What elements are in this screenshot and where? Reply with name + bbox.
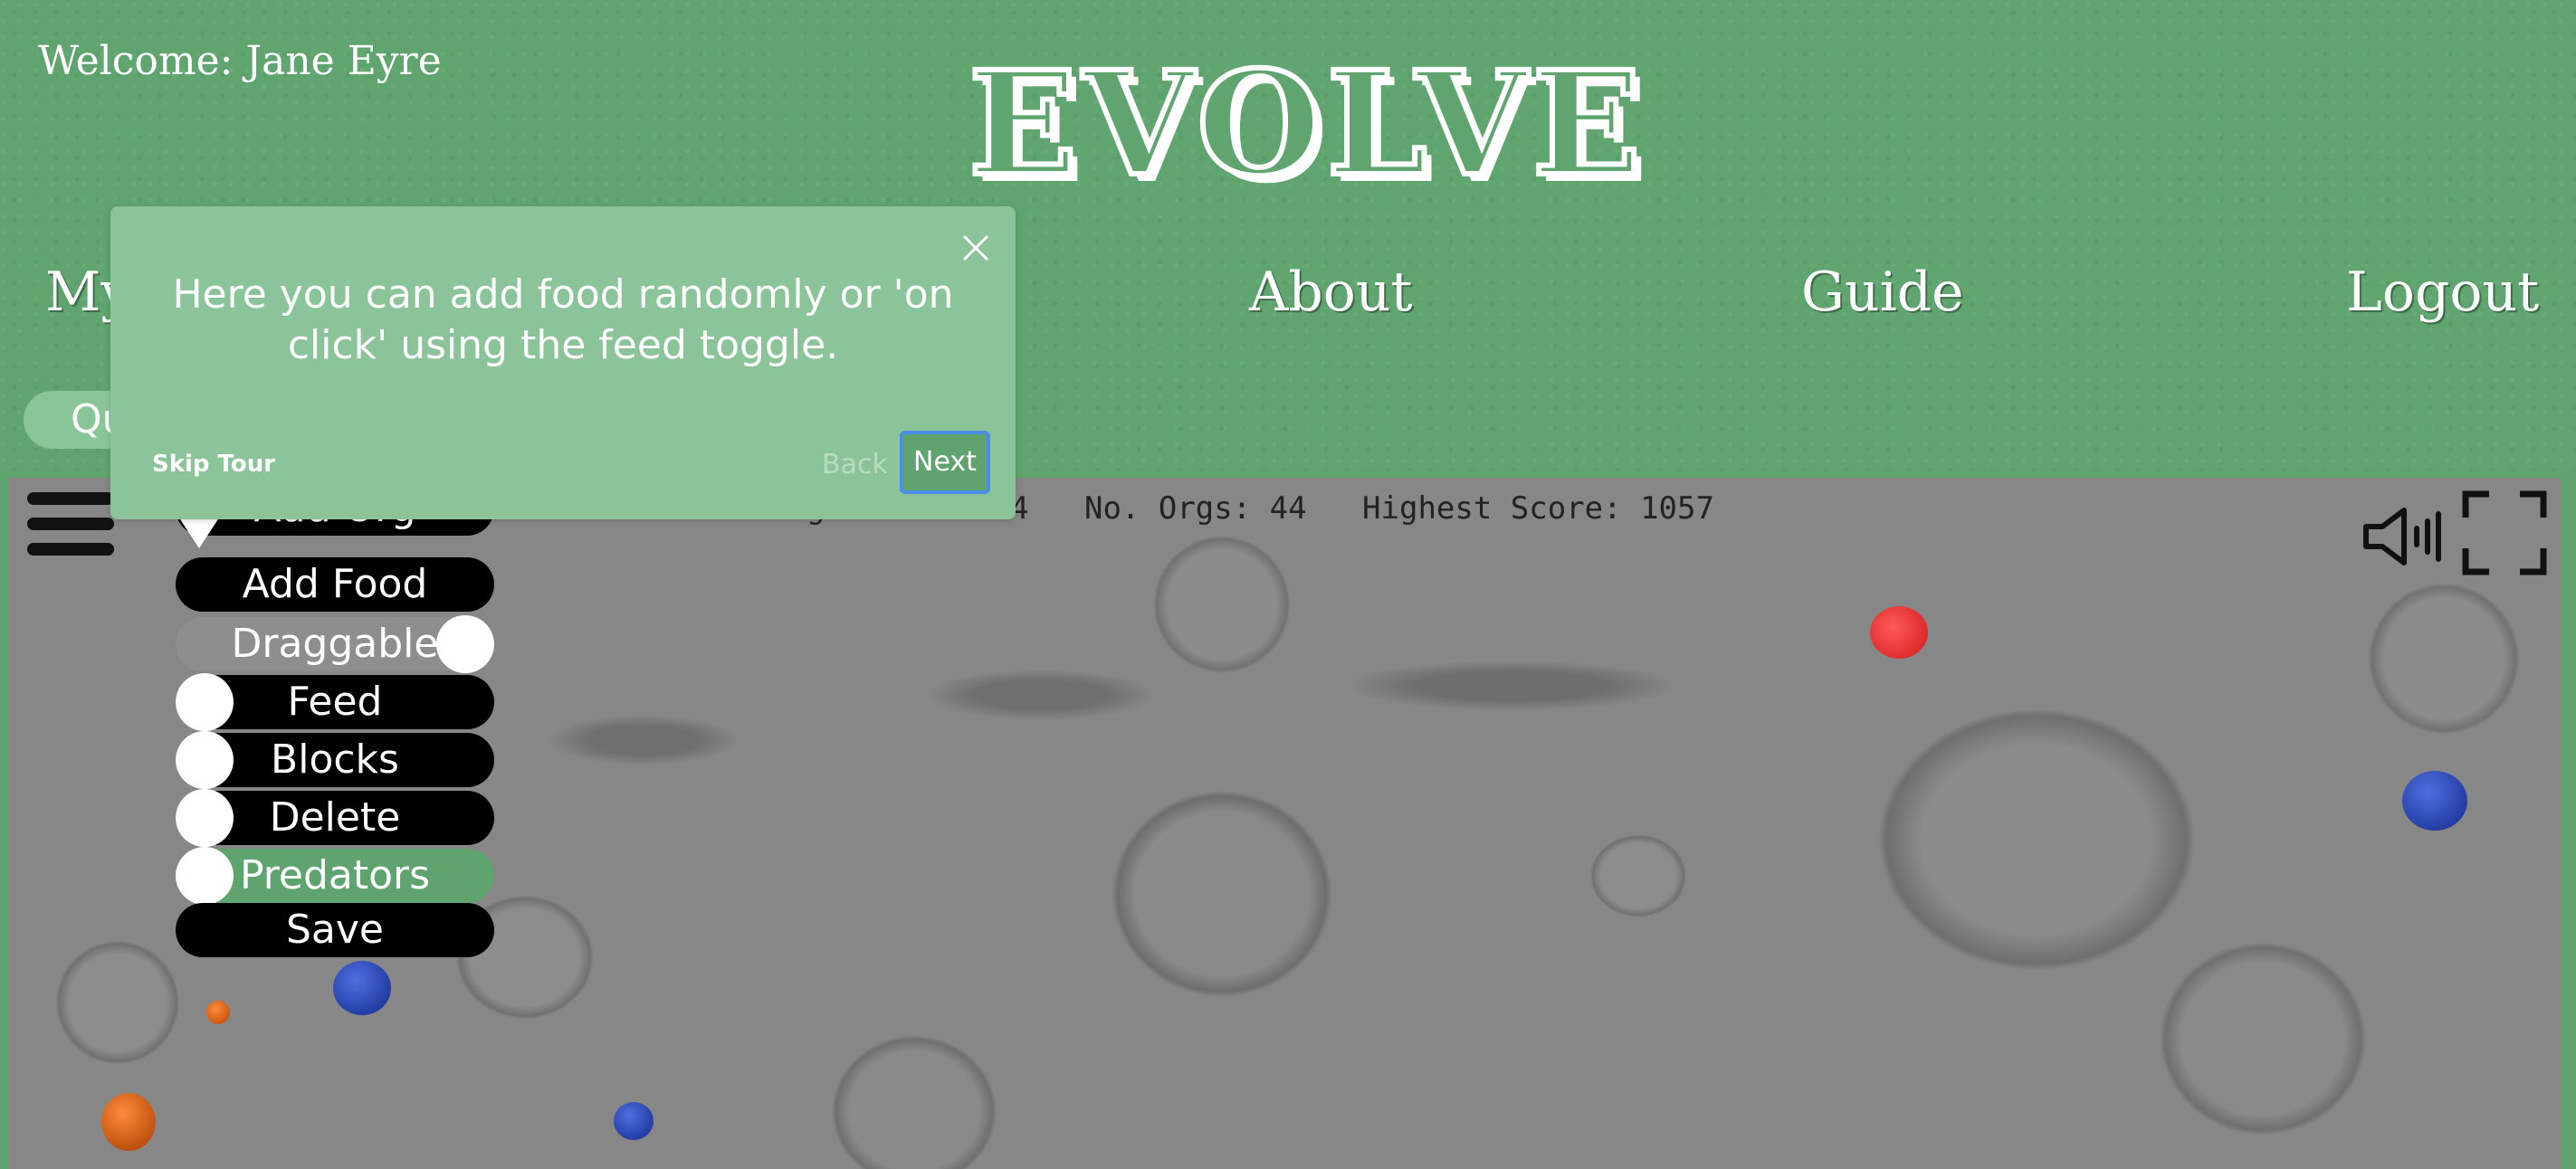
tour-message: Here you can add food randomly or 'on cl… <box>172 271 954 368</box>
nav-about[interactable]: About <box>1249 261 1413 324</box>
organism-blue[interactable] <box>614 1102 654 1140</box>
organism-blue[interactable] <box>2402 771 2467 831</box>
speaker-icon[interactable] <box>2362 505 2444 568</box>
draggable-toggle[interactable]: Draggable <box>176 615 494 673</box>
hamburger-icon[interactable] <box>27 492 114 556</box>
skip-tour-button[interactable]: Skip Tour <box>152 451 275 478</box>
add-food-label: Add Food <box>242 561 428 607</box>
feed-toggle[interactable]: Feed <box>176 673 494 731</box>
feed-label: Feed <box>287 679 383 725</box>
save-button[interactable]: Save <box>176 903 494 957</box>
tour-popover: Here you can add food randomly or 'on cl… <box>110 206 1016 519</box>
toggle-knob <box>176 731 234 789</box>
toggle-knob <box>436 615 494 673</box>
nav-guide[interactable]: Guide <box>1801 261 1964 324</box>
toggle-knob <box>176 789 234 847</box>
welcome-text: Welcome: Jane Eyre <box>38 38 442 84</box>
evolve-logo: EVOLVE <box>966 41 1647 208</box>
draggable-label: Draggable <box>231 621 439 667</box>
fullscreen-icon[interactable] <box>2462 490 2547 575</box>
toggle-knob <box>176 847 234 905</box>
close-icon[interactable] <box>961 233 990 262</box>
organism-orange[interactable] <box>101 1093 156 1151</box>
next-button[interactable]: Next <box>900 431 990 494</box>
food-orange[interactable] <box>206 1001 230 1024</box>
delete-toggle[interactable]: Delete <box>176 789 494 847</box>
organism-blue[interactable] <box>333 961 391 1015</box>
predators-label: Predators <box>239 852 431 898</box>
blocks-label: Blocks <box>271 737 399 783</box>
save-label: Save <box>285 907 384 953</box>
toggle-knob <box>176 673 234 731</box>
nav-logout[interactable]: Logout <box>2346 261 2539 324</box>
back-button[interactable]: Back <box>822 449 888 480</box>
organism-red[interactable] <box>1870 606 1928 659</box>
game-canvas[interactable]: Avg Score: 384 No. Orgs: 44 Highest Scor… <box>9 478 2562 1169</box>
add-food-button[interactable]: Add Food <box>176 557 494 612</box>
delete-label: Delete <box>269 794 401 841</box>
predators-toggle[interactable]: Predators <box>176 847 494 905</box>
blocks-toggle[interactable]: Blocks <box>176 731 494 789</box>
